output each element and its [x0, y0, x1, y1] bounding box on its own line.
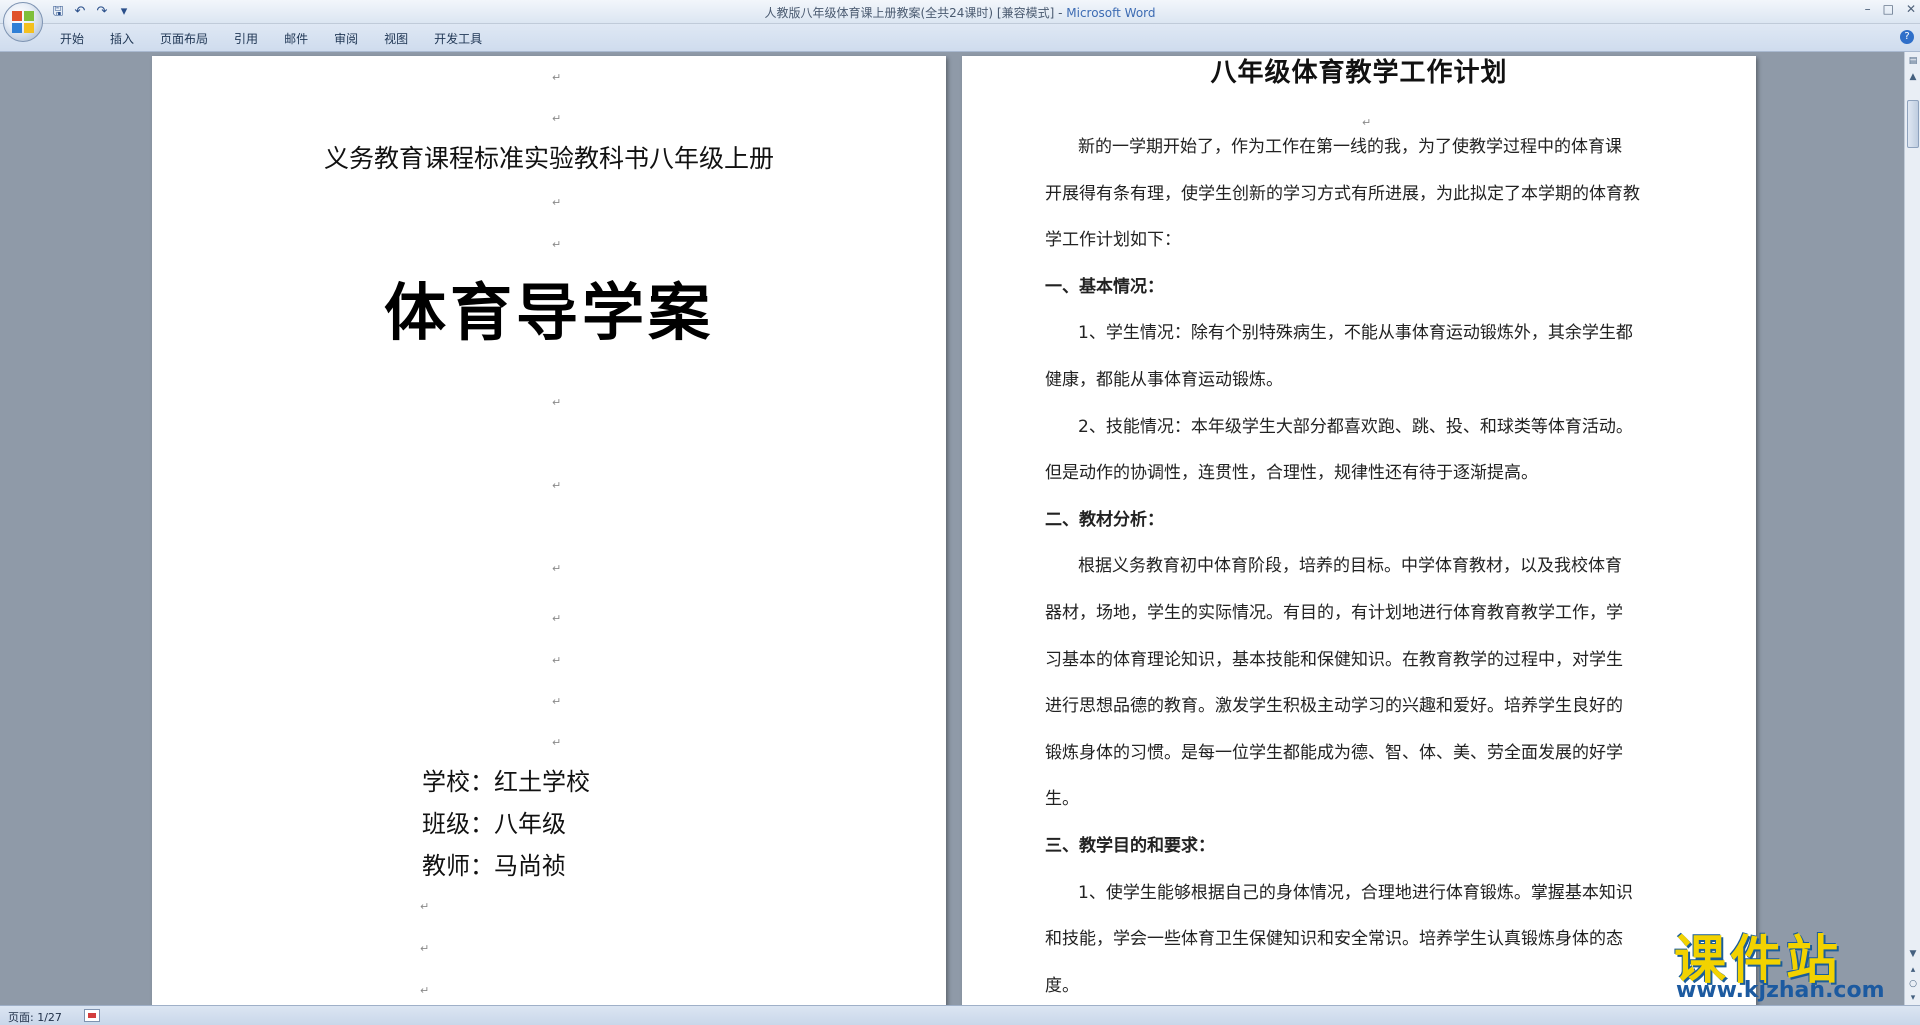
paragraph-mark-icon: ↵: [420, 900, 430, 913]
cover-info-teacher: 教师：马尚祯: [422, 852, 566, 880]
plan-line: 生。: [1045, 789, 1079, 810]
tab-developer[interactable]: 开发工具: [434, 30, 482, 47]
paragraph-mark-icon: ↵: [552, 654, 562, 667]
minimize-icon[interactable]: –: [1865, 2, 1871, 16]
document-workspace[interactable]: ↵ ↵ 义务教育课程标准实验教科书八年级上册 ↵ ↵ 体育导学案 ↵ ↵ ↵ ↵…: [0, 52, 1904, 1005]
paragraph-mark-icon: ↵: [1362, 116, 1372, 129]
vertical-scrollbar[interactable]: ▤ ▲ ▼ ▴ ○ ▾: [1904, 52, 1920, 1005]
paragraph-mark-icon: ↵: [552, 112, 562, 125]
status-bar: 页面: 1/27: [0, 1005, 1920, 1025]
app-name: Microsoft Word: [1066, 6, 1156, 20]
tab-references[interactable]: 引用: [234, 30, 258, 47]
window-controls: – □ ✕: [1865, 2, 1916, 16]
plan-line: 器材，场地，学生的实际情况。有目的，有计划地进行体育教育教学工作，学: [1045, 603, 1623, 623]
tab-insert[interactable]: 插入: [110, 30, 134, 47]
plan-line: 2、技能情况：本年级学生大部分都喜欢跑、跳、投、和球类等体育活动。: [1078, 416, 1633, 437]
tab-mailings[interactable]: 邮件: [284, 30, 308, 47]
paragraph-mark-icon: ↵: [552, 562, 562, 575]
office-button[interactable]: [3, 2, 43, 42]
maximize-icon[interactable]: □: [1883, 2, 1894, 16]
tab-review[interactable]: 审阅: [334, 30, 358, 47]
ribbon-tab-bar: 开始 插入 页面布局 引用 邮件 审阅 视图 开发工具 ?: [0, 24, 1920, 52]
watermark-url: www.kjzhan.com: [1676, 978, 1885, 1003]
cover-title: 体育导学案: [383, 276, 714, 349]
plan-line: 和技能，学会一些体育卫生保健知识和安全常识。培养学生认真锻炼身体的态: [1045, 929, 1623, 950]
status-page-count[interactable]: 页面: 1/27: [8, 1009, 62, 1025]
document-page-1[interactable]: ↵ ↵ 义务教育课程标准实验教科书八年级上册 ↵ ↵ 体育导学案 ↵ ↵ ↵ ↵…: [152, 56, 946, 1005]
cover-info-school: 学校：红土学校: [422, 768, 590, 796]
paragraph-mark-icon: ↵: [420, 984, 430, 997]
tab-view[interactable]: 视图: [384, 30, 408, 47]
scrollbar-thumb[interactable]: [1907, 100, 1919, 148]
close-icon[interactable]: ✕: [1906, 2, 1916, 16]
plan-heading: 一、基本情况：: [1045, 276, 1164, 297]
select-browse-object-icon[interactable]: ○: [1907, 977, 1919, 991]
office-logo-icon: [12, 11, 34, 33]
paragraph-mark-icon: ↵: [552, 396, 562, 409]
plan-line: 学工作计划如下：: [1045, 230, 1181, 251]
plan-heading: 三、教学目的和要求：: [1045, 836, 1215, 856]
plan-heading: 二、教材分析：: [1045, 509, 1164, 530]
next-page-icon[interactable]: ▾: [1907, 991, 1919, 1005]
plan-line: 开展得有条有理，使学生创新的学习方式有所进展，为此拟定了本学期的体育教: [1045, 183, 1640, 204]
title-bar: 🖫 ↶ ↷ ▾ 人教版八年级体育课上册教案(全共24课时) [兼容模式] - M…: [0, 0, 1920, 24]
plan-line: 度。: [1045, 975, 1079, 996]
window-title: 人教版八年级体育课上册教案(全共24课时) [兼容模式] - Microsoft…: [0, 4, 1920, 21]
previous-page-icon[interactable]: ▴: [1907, 963, 1919, 977]
cover-subtitle: 义务教育课程标准实验教科书八年级上册: [323, 144, 774, 173]
paragraph-mark-icon: ↵: [552, 71, 562, 84]
proofing-icon[interactable]: [84, 1009, 100, 1022]
scroll-down-icon[interactable]: ▼: [1907, 947, 1919, 961]
plan-line: 新的一学期开始了，作为工作在第一线的我，为了使教学过程中的体育课: [1078, 137, 1622, 157]
watermark-logo: 课件站 www.kjzhan.com: [1660, 918, 1900, 1003]
plan-line: 但是动作的协调性，连贯性，合理性，规律性还有待于逐渐提高。: [1045, 463, 1538, 484]
paragraph-mark-icon: ↵: [552, 479, 562, 492]
paragraph-mark-icon: ↵: [420, 942, 430, 955]
scroll-up-icon[interactable]: ▲: [1907, 70, 1919, 84]
paragraph-mark-icon: ↵: [552, 196, 562, 209]
ruler-toggle-icon[interactable]: ▤: [1907, 54, 1919, 68]
document-title: 人教版八年级体育课上册教案(全共24课时) [兼容模式] -: [764, 6, 1067, 20]
tab-page-layout[interactable]: 页面布局: [160, 30, 208, 47]
paragraph-mark-icon: ↵: [552, 695, 562, 708]
plan-line: 1、使学生能够根据自己的身体情况，合理地进行体育锻炼。掌握基本知识: [1078, 882, 1633, 903]
plan-line: 习基本的体育理论知识，基本技能和保健知识。在教育教学的过程中，对学生: [1045, 649, 1623, 670]
paragraph-mark-icon: ↵: [552, 736, 562, 749]
help-icon[interactable]: ?: [1900, 30, 1914, 44]
plan-line: 健康，都能从事体育运动锻炼。: [1045, 370, 1283, 390]
plan-line: 进行思想品德的教育。激发学生积极主动学习的兴趣和爱好。培养学生良好的: [1045, 696, 1623, 717]
paragraph-mark-icon: ↵: [552, 238, 562, 251]
plan-title: 八年级体育教学工作计划: [1210, 58, 1508, 88]
plan-line: 1、学生情况：除有个别特殊病生，不能从事体育运动锻炼外，其余学生都: [1078, 323, 1633, 344]
plan-line: 根据义务教育初中体育阶段，培养的目标。中学体育教材，以及我校体育: [1078, 556, 1622, 577]
plan-line: 锻炼身体的习惯。是每一位学生都能成为德、智、体、美、劳全面发展的好学: [1045, 742, 1623, 763]
cover-info-class: 班级：八年级: [422, 810, 566, 838]
tab-home[interactable]: 开始: [60, 30, 84, 47]
document-page-2[interactable]: 八年级体育教学工作计划 ↵ 新的一学期开始了，作为工作在第一线的我，为了使教学过…: [962, 56, 1756, 1005]
paragraph-mark-icon: ↵: [552, 612, 562, 625]
